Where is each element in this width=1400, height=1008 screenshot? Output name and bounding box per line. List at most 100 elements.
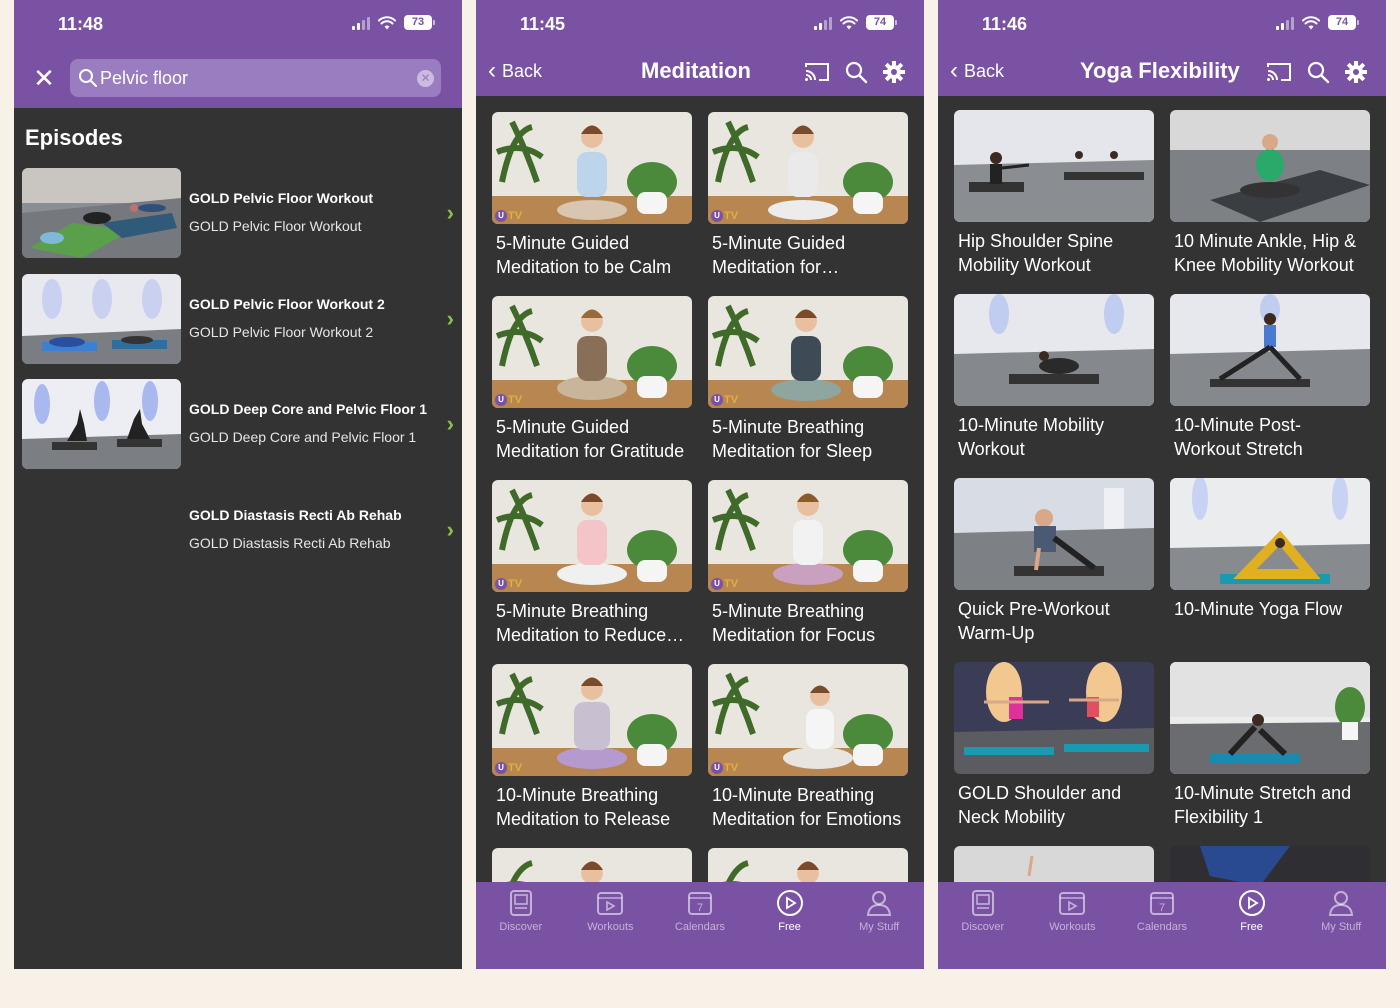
cast-icon[interactable] xyxy=(804,61,830,83)
episode-title: GOLD Pelvic Floor Workout 2 xyxy=(189,296,385,312)
page-title: Yoga Flexibility xyxy=(1080,58,1240,83)
search-input[interactable] xyxy=(100,59,400,97)
video-thumbnail xyxy=(954,662,1154,774)
episode-subtitle: GOLD Diastasis Recti Ab Rehab xyxy=(189,535,391,551)
video-card[interactable]: U TV 5-Minute Breathing Meditation for Fo… xyxy=(708,480,908,647)
tab-calendars[interactable]: 7 Calendars xyxy=(1117,882,1207,969)
video-title: 10 Minute Ankle, Hip & Knee Mobility Wor… xyxy=(1174,231,1357,275)
status-time: 11:46 xyxy=(982,14,1028,34)
tab-discover[interactable]: Discover xyxy=(938,882,1028,969)
gear-icon[interactable] xyxy=(882,60,906,84)
video-card[interactable]: 10 Minute Ankle, Hip & Knee Mobility Wor… xyxy=(1170,110,1370,277)
video-card[interactable]: Hip Shoulder Spine Mobility Workout xyxy=(954,110,1154,277)
video-card[interactable]: U TV 5-Minute Guided Meditation for Grati… xyxy=(492,296,692,463)
utv-logo: U TV xyxy=(711,762,738,774)
tab-my-stuff[interactable]: My Stuff xyxy=(834,882,924,969)
list-item[interactable]: GOLD Pelvic Floor Workout 2 GOLD Pelvic … xyxy=(22,274,458,364)
page-title: Meditation xyxy=(641,58,751,83)
tab-workouts[interactable]: Workouts xyxy=(1028,882,1118,969)
yoga-flexibility-screen: 11:46 74 ‹ Back Yoga Flexibility Hip Shou… xyxy=(938,0,1386,969)
user-icon xyxy=(1329,891,1354,916)
back-button[interactable]: ‹ Back xyxy=(950,59,1005,83)
wifi-icon xyxy=(1302,15,1320,29)
clear-icon[interactable]: ✕ xyxy=(417,70,434,87)
utv-logo: U TV xyxy=(711,210,738,222)
wifi-icon xyxy=(840,15,858,29)
status-bar: 11:45 74 xyxy=(476,0,924,52)
list-item[interactable]: GOLD Diastasis Recti Ab Rehab GOLD Diast… xyxy=(22,485,458,575)
battery-icon: 74 xyxy=(866,15,897,30)
tab-free[interactable]: Free xyxy=(1207,882,1297,969)
video-title: 10-Minute Stretch and Flexibility 1 xyxy=(1174,783,1352,827)
chevron-right-icon: › xyxy=(446,200,454,225)
discover-icon xyxy=(509,890,532,916)
video-thumbnail xyxy=(954,478,1154,590)
chevron-right-icon: › xyxy=(446,306,454,331)
wifi-icon xyxy=(378,15,396,29)
cast-icon[interactable] xyxy=(1266,61,1292,83)
video-thumbnail xyxy=(954,110,1154,222)
back-label: Back xyxy=(964,60,1005,81)
video-thumbnail xyxy=(1170,294,1370,406)
video-card[interactable]: 10-Minute Yoga Flow xyxy=(1170,478,1370,622)
search-icon[interactable] xyxy=(1306,60,1330,84)
video-title: 5-Minute Guided Meditation for Mindfulne… xyxy=(712,233,846,277)
tab-label: Calendars xyxy=(674,921,726,933)
status-time: 11:45 xyxy=(520,14,566,34)
episode-thumbnail xyxy=(22,274,181,364)
search-box[interactable]: ✕ xyxy=(70,59,441,97)
video-thumbnail: U TV xyxy=(492,296,692,408)
tab-workouts[interactable]: Workouts xyxy=(566,882,656,969)
header-actions xyxy=(1266,60,1368,84)
tab-bar: Discover Workouts 7 Calendars Free My St… xyxy=(938,882,1386,969)
battery-icon: 73 xyxy=(404,15,435,30)
list-item[interactable]: GOLD Deep Core and Pelvic Floor 1 GOLD D… xyxy=(22,379,458,469)
episode-subtitle: GOLD Deep Core and Pelvic Floor 1 xyxy=(189,429,417,445)
tab-my-stuff[interactable]: My Stuff xyxy=(1296,882,1386,969)
utv-logo: U TV xyxy=(495,210,522,222)
tab-calendars[interactable]: 7 Calendars xyxy=(655,882,745,969)
signal-icon xyxy=(1276,16,1294,30)
signal-icon xyxy=(352,16,370,30)
tab-discover[interactable]: Discover xyxy=(476,882,566,969)
tab-label: My Stuff xyxy=(859,921,900,933)
status-icons: 73 xyxy=(352,15,435,30)
video-card[interactable]: U TV 5-Minute Breathing Meditation to Red… xyxy=(492,480,692,647)
gear-icon[interactable] xyxy=(1344,60,1368,84)
video-card[interactable]: Quick Pre-Workout Warm-Up xyxy=(954,478,1154,645)
close-icon[interactable]: ✕ xyxy=(30,64,58,92)
play-circle-icon xyxy=(776,890,803,916)
back-button[interactable]: ‹ Back xyxy=(488,59,543,83)
meditation-screen: 11:45 74 ‹ Back Meditation U TV 5-Minute G… xyxy=(476,0,924,969)
video-card[interactable]: U TV 5-Minute Breathing Meditation for Sl… xyxy=(708,296,908,463)
video-thumbnail xyxy=(1170,110,1370,222)
status-bar: 11:46 74 xyxy=(938,0,1386,52)
signal-icon xyxy=(814,16,832,30)
tab-label: Workouts xyxy=(1049,921,1096,933)
video-card[interactable]: U TV 10-Minute Breathing Meditation to Re… xyxy=(492,664,692,831)
episode-title: GOLD Diastasis Recti Ab Rehab xyxy=(189,507,402,523)
video-title: 5-Minute Breathing Meditation to Reduce … xyxy=(496,601,667,645)
section-title: Episodes xyxy=(25,125,123,150)
back-label: Back xyxy=(502,60,543,81)
video-title: 5-Minute Breathing Meditation for Sleep xyxy=(712,417,873,461)
video-thumbnail: U TV xyxy=(492,112,692,224)
video-card[interactable]: 10-Minute Mobility Workout xyxy=(954,294,1154,461)
video-thumbnail: U TV xyxy=(708,296,908,408)
list-item[interactable]: GOLD Pelvic Floor Workout GOLD Pelvic Fl… xyxy=(22,168,458,258)
search-icon[interactable] xyxy=(844,60,868,84)
video-card[interactable]: 10-Minute Stretch and Flexibility 1 xyxy=(1170,662,1370,829)
video-card[interactable]: GOLD Shoulder and Neck Mobility xyxy=(954,662,1154,829)
tab-free[interactable]: Free xyxy=(745,882,835,969)
video-thumbnail: U TV xyxy=(708,112,908,224)
video-card[interactable]: 10-Minute Post-Workout Stretch xyxy=(1170,294,1370,461)
video-card[interactable]: U TV 5-Minute Guided Meditation to be Cal… xyxy=(492,112,692,279)
tab-bar: Discover Workouts 7 Calendars Free My St… xyxy=(476,882,924,969)
video-thumbnail xyxy=(1170,478,1370,590)
episode-thumbnail xyxy=(22,168,181,258)
chevron-right-icon: › xyxy=(446,411,454,436)
workouts-icon xyxy=(597,892,624,915)
video-card[interactable]: UTV 5-Minute Guided Meditation for Mindf… xyxy=(708,112,908,279)
video-thumbnail xyxy=(954,294,1154,406)
video-card[interactable]: U TV 10-Minute Breathing Meditation for E… xyxy=(708,664,908,831)
